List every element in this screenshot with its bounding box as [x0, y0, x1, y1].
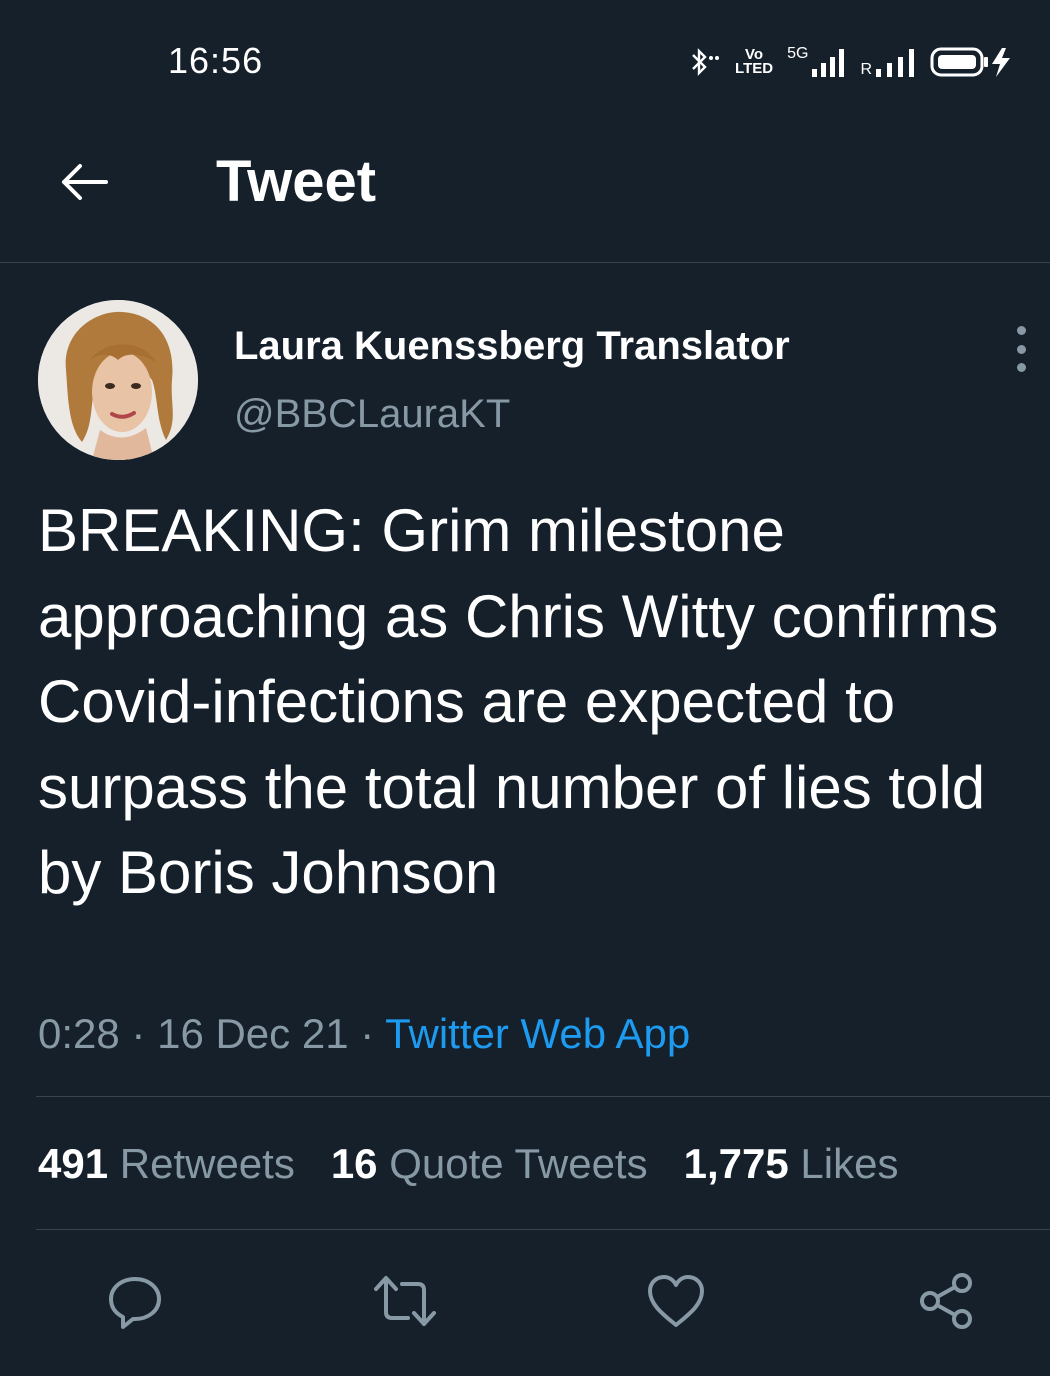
heart-icon	[648, 1275, 704, 1327]
signal-5g-icon: 5G	[787, 46, 846, 77]
status-bar: 16:56 Vo LTED 5G R	[0, 0, 1050, 120]
signal-roaming-icon: R	[860, 47, 916, 78]
status-icons: Vo LTED 5G R	[687, 40, 1014, 84]
reply-icon	[109, 1277, 161, 1329]
retweet-icon	[374, 1276, 436, 1326]
page-title: Tweet	[216, 149, 377, 214]
quote-tweets-stat[interactable]: 16 Quote Tweets	[331, 1140, 648, 1188]
divider	[36, 1096, 1050, 1097]
arrow-left-icon	[62, 164, 108, 200]
retweets-stat[interactable]: 491 Retweets	[38, 1140, 295, 1188]
more-vertical-icon	[1016, 326, 1026, 335]
action-bar	[0, 1266, 1050, 1336]
like-button[interactable]	[641, 1266, 711, 1336]
meta-separator: ·	[360, 1010, 375, 1057]
retweet-button[interactable]	[370, 1266, 440, 1336]
tweet-text: BREAKING: Grim milestone approaching as …	[38, 497, 999, 906]
tweet-date: 16 Dec 21	[157, 1010, 349, 1057]
volte-icon: Vo LTED	[735, 46, 774, 77]
battery-charging-icon	[930, 47, 1010, 77]
share-icon	[920, 1273, 972, 1329]
divider	[36, 1229, 1050, 1230]
top-bar: Tweet	[0, 122, 1050, 263]
bluetooth-icon	[692, 48, 720, 76]
share-button[interactable]	[911, 1266, 981, 1336]
avatar-portrait-image	[38, 300, 198, 460]
reply-button[interactable]	[100, 1266, 170, 1336]
avatar[interactable]	[38, 300, 198, 460]
tweet-stats: 491 Retweets 16 Quote Tweets 1,775 Likes	[38, 1140, 898, 1188]
tweet-time: 0:28	[38, 1010, 120, 1057]
author-name[interactable]: Laura Kuenssberg Translator	[234, 324, 790, 369]
back-button[interactable]	[54, 152, 114, 212]
likes-stat[interactable]: 1,775 Likes	[684, 1140, 899, 1188]
tweet-meta: 0:28 · 16 Dec 21 · Twitter Web App	[38, 1010, 690, 1058]
status-time: 16:56	[168, 40, 264, 81]
more-options-button[interactable]	[1006, 326, 1036, 372]
meta-separator: ·	[131, 1010, 146, 1057]
author-handle[interactable]: @BBCLauraKT	[234, 392, 510, 437]
tweet-source-link[interactable]: Twitter Web App	[385, 1010, 690, 1057]
